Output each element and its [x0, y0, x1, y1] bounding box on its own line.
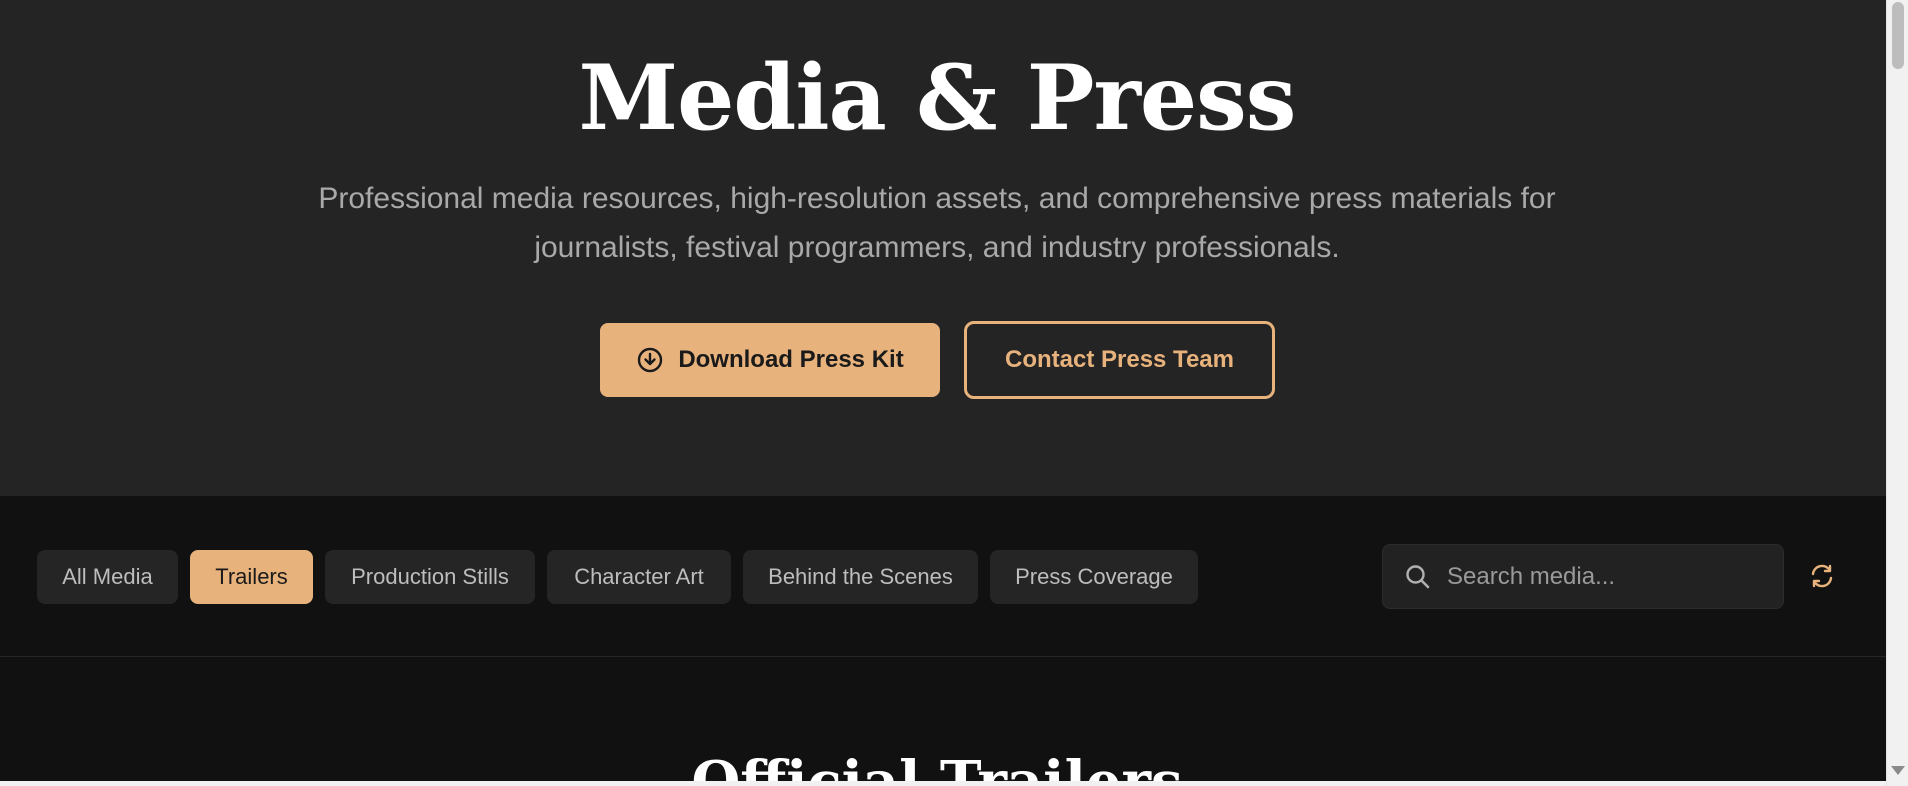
contact-press-team-button[interactable]: Contact Press Team	[964, 321, 1275, 399]
filter-production-stills[interactable]: Production Stills	[325, 550, 535, 604]
viewport: Media & Press Professional media resourc…	[0, 0, 1886, 781]
scroll-down-arrow-icon[interactable]	[1891, 766, 1905, 775]
refresh-icon	[1808, 562, 1836, 590]
download-circle-icon	[636, 346, 664, 374]
filter-bar: All Media Trailers Production Stills Cha…	[0, 496, 1886, 657]
search-input[interactable]	[1447, 545, 1783, 608]
contact-press-team-label: Contact Press Team	[1005, 346, 1234, 373]
filter-label: Character Art	[574, 564, 704, 589]
hero-subtitle: Professional media resources, high-resol…	[318, 182, 1556, 264]
page-title: Media & Press	[578, 45, 1297, 151]
filter-press-coverage[interactable]: Press Coverage	[990, 550, 1198, 604]
hero-section: Media & Press Professional media resourc…	[0, 0, 1886, 496]
filter-behind-the-scenes[interactable]: Behind the Scenes	[743, 550, 978, 604]
filter-label: Production Stills	[351, 564, 509, 589]
vertical-scrollbar[interactable]	[1886, 0, 1908, 786]
search-box[interactable]	[1382, 544, 1784, 609]
filter-trailers[interactable]: Trailers	[190, 550, 313, 604]
section-title: Official Trailers	[0, 750, 1874, 781]
filter-all-media[interactable]: All Media	[37, 550, 178, 604]
filter-character-art[interactable]: Character Art	[547, 550, 731, 604]
filter-label: Behind the Scenes	[768, 564, 953, 589]
filter-label: Press Coverage	[1015, 564, 1173, 589]
filter-label: All Media	[62, 564, 153, 589]
page: Media & Press Professional media resourc…	[0, 0, 1908, 786]
search-icon	[1403, 562, 1433, 592]
filter-label: Trailers	[215, 564, 288, 589]
refresh-button[interactable]	[1807, 561, 1837, 591]
download-press-kit-label: Download Press Kit	[678, 346, 904, 373]
download-press-kit-button[interactable]: Download Press Kit	[600, 323, 940, 397]
scrollbar-thumb[interactable]	[1892, 2, 1904, 69]
bottom-edge	[0, 781, 1886, 786]
